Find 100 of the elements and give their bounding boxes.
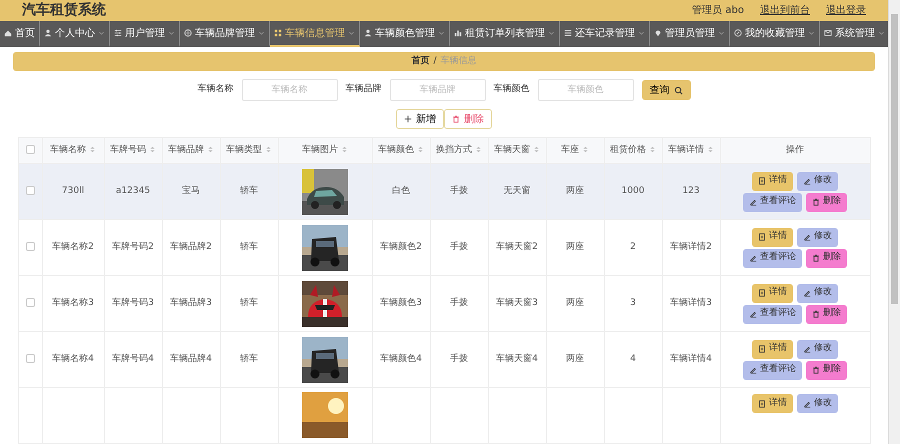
nav-tab[interactable]: 我的收藏管理 bbox=[730, 21, 820, 48]
nav-tab[interactable]: 车辆品牌管理 bbox=[180, 21, 270, 48]
table-cell: 2 bbox=[630, 242, 636, 252]
search-field[interactable]: 车辆颜色 bbox=[538, 79, 634, 101]
nav-tab[interactable]: 车辆信息管理 bbox=[270, 21, 360, 48]
table-cell: 两座 bbox=[566, 298, 584, 308]
checkbox[interactable] bbox=[26, 354, 34, 363]
document-icon bbox=[758, 345, 766, 353]
breadcrumb-item[interactable]: 首页 bbox=[411, 54, 430, 68]
table-cell: 车辆颜色2 bbox=[380, 242, 422, 252]
search-field[interactable]: 车辆品牌 bbox=[390, 79, 486, 101]
pencil-icon bbox=[749, 366, 757, 374]
delete-button[interactable]: 删除 bbox=[806, 248, 847, 268]
table-cell: 两座 bbox=[566, 242, 584, 252]
user-name: 管理员 abo bbox=[692, 4, 744, 18]
column-header[interactable]: 车座 bbox=[561, 144, 579, 155]
plus-icon bbox=[404, 115, 412, 123]
detail-button[interactable]: 详情 bbox=[752, 284, 793, 302]
table-cell: 车辆详情3 bbox=[670, 298, 712, 308]
checkbox[interactable] bbox=[26, 186, 34, 195]
document-icon bbox=[758, 233, 766, 241]
delete-button[interactable]: 删除 bbox=[806, 304, 847, 324]
header-link[interactable]: 退出到前台 bbox=[760, 3, 810, 18]
trash-icon bbox=[812, 198, 820, 206]
pencil-icon bbox=[749, 254, 757, 262]
list-icon bbox=[564, 29, 572, 38]
scrollbar[interactable] bbox=[888, 0, 900, 444]
table-cell: 车辆颜色4 bbox=[380, 354, 422, 364]
checkbox[interactable] bbox=[26, 242, 34, 251]
trash-icon bbox=[452, 115, 460, 123]
table-cell: 4 bbox=[630, 354, 636, 364]
table-cell: 无天窗 bbox=[504, 186, 530, 196]
breadcrumb-item: 车辆信息 bbox=[440, 54, 477, 68]
table-cell: 车辆详情2 bbox=[670, 242, 712, 252]
compass-icon bbox=[734, 29, 742, 38]
edit-button[interactable]: 修改 bbox=[797, 284, 838, 302]
globe-icon bbox=[184, 29, 192, 38]
nav-tab[interactable]: 车辆颜色管理 bbox=[360, 21, 450, 48]
pencil-icon bbox=[749, 310, 757, 318]
pencil-icon bbox=[803, 345, 811, 353]
nav-tab[interactable]: 管理员管理 bbox=[650, 21, 730, 48]
search-icon bbox=[674, 86, 682, 94]
table-cell: 车辆天窗3 bbox=[496, 298, 538, 308]
add-button[interactable]: 新增 bbox=[396, 109, 444, 129]
table-cell: 手拨 bbox=[450, 354, 468, 364]
trash-icon bbox=[812, 310, 820, 318]
nav-tab[interactable]: 还车记录管理 bbox=[560, 21, 650, 48]
review-button[interactable]: 查看评论 bbox=[743, 360, 802, 380]
detail-button[interactable]: 详情 bbox=[752, 340, 793, 358]
user-icon bbox=[364, 29, 372, 38]
header-link[interactable]: 退出登录 bbox=[826, 3, 866, 18]
sliders-icon bbox=[114, 29, 122, 38]
table-cell: 车辆品牌4 bbox=[170, 354, 212, 364]
trash-icon bbox=[812, 254, 820, 262]
checkbox[interactable] bbox=[26, 298, 34, 307]
bar-chart-icon bbox=[454, 29, 462, 38]
checkbox[interactable] bbox=[26, 144, 34, 154]
search-field[interactable]: 车辆名称 bbox=[242, 79, 338, 101]
delete-button[interactable]: 删除 bbox=[806, 192, 847, 212]
search-button[interactable]: 查询 bbox=[642, 80, 690, 100]
table-cell: 车辆颜色3 bbox=[380, 298, 422, 308]
envelope-icon bbox=[824, 29, 832, 38]
nav-tab[interactable]: 首页 bbox=[0, 21, 40, 48]
delete-button[interactable]: 删除 bbox=[444, 109, 492, 129]
review-button[interactable]: 查看评论 bbox=[743, 304, 802, 324]
breadcrumb-separator: / bbox=[433, 54, 437, 68]
trash-icon bbox=[812, 366, 820, 374]
table-cell: 3 bbox=[630, 298, 636, 308]
detail-button[interactable]: 详情 bbox=[752, 228, 793, 246]
pencil-icon bbox=[803, 400, 811, 408]
nav-tab[interactable]: 用户管理 bbox=[110, 21, 180, 48]
table-cell: 车辆名称2 bbox=[52, 242, 94, 252]
document-icon bbox=[758, 289, 766, 297]
table-cell: 手拨 bbox=[450, 186, 468, 196]
table-cell: 730ll bbox=[62, 186, 84, 196]
table-cell: 宝马 bbox=[182, 186, 200, 196]
table-cell: 车辆天窗2 bbox=[496, 242, 538, 252]
review-button[interactable]: 查看评论 bbox=[743, 192, 802, 212]
review-button[interactable]: 查看评论 bbox=[743, 248, 802, 268]
column-header[interactable]: 车辆图片 bbox=[302, 144, 338, 155]
edit-button[interactable]: 修改 bbox=[797, 172, 838, 190]
table-cell: 1000 bbox=[622, 186, 644, 196]
table-cell: 车辆品牌3 bbox=[170, 298, 212, 308]
edit-button[interactable]: 修改 bbox=[797, 228, 838, 246]
table-cell: 123 bbox=[682, 186, 700, 196]
edit-button[interactable]: 修改 bbox=[797, 394, 838, 413]
table-cell: 车牌号码2 bbox=[112, 242, 154, 252]
table-cell: 车辆天窗4 bbox=[496, 354, 538, 364]
table-cell: 车辆名称4 bbox=[52, 354, 94, 364]
pencil-icon bbox=[803, 233, 811, 241]
detail-button[interactable]: 详情 bbox=[752, 394, 793, 413]
table-cell: 车牌号码4 bbox=[112, 354, 154, 364]
nav-tab[interactable]: 个人中心 bbox=[40, 21, 110, 48]
delete-button[interactable]: 删除 bbox=[806, 360, 847, 380]
edit-button[interactable]: 修改 bbox=[797, 340, 838, 358]
nav-tab[interactable]: 租赁订单列表管理 bbox=[450, 21, 560, 48]
table-cell: 手拨 bbox=[450, 298, 468, 308]
detail-button[interactable]: 详情 bbox=[752, 172, 793, 190]
table-cell: 轿车 bbox=[240, 298, 258, 308]
field-label: 车辆颜色 bbox=[494, 83, 530, 96]
